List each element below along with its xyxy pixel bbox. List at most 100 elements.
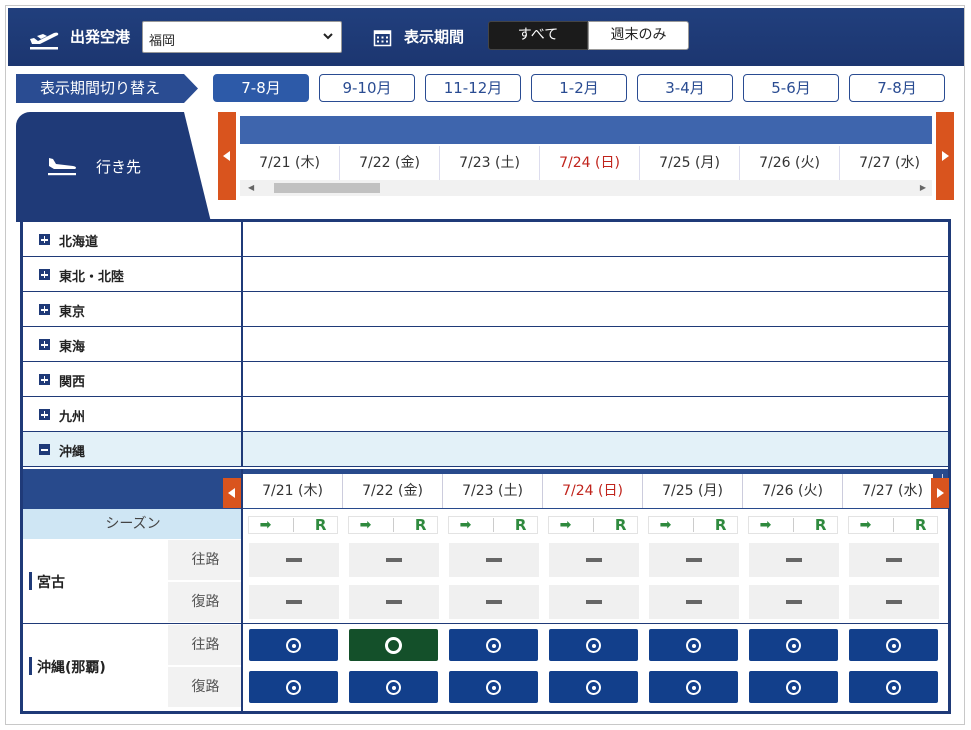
date-header-cell[interactable]: 7/21 (木) — [240, 146, 340, 180]
date-header-cell[interactable]: 7/26 (火) — [740, 146, 840, 180]
bullseye-icon — [386, 680, 401, 695]
route-block: 宮古 往路 復路 — [23, 539, 948, 623]
region-name-cell[interactable]: 沖縄 — [23, 432, 243, 466]
season-cell: ➡ R — [548, 516, 638, 534]
scroll-thumb[interactable] — [274, 183, 380, 193]
schedule-date-cell[interactable]: 7/22 (金) — [343, 474, 443, 508]
date-header-cell[interactable]: 7/22 (金) — [340, 146, 440, 180]
period-tab-3[interactable]: 11-12月 — [425, 74, 521, 102]
region-row[interactable]: 東海 — [23, 327, 948, 362]
horizontal-scrollbar[interactable]: ◀ ▶ — [240, 180, 932, 196]
seat-availability-cell[interactable] — [649, 629, 738, 661]
return-label: 復路 — [168, 667, 243, 707]
collapse-icon[interactable] — [39, 444, 50, 455]
top-bar: 出発空港 福岡 表示期間 すべて 週末のみ — [8, 8, 964, 66]
expand-icon[interactable] — [39, 339, 50, 350]
expand-icon[interactable] — [39, 409, 50, 420]
schedule-date-cell[interactable]: 7/23 (土) — [443, 474, 543, 508]
seat-availability-cell[interactable] — [449, 629, 538, 661]
seat-availability-cell[interactable] — [449, 671, 538, 703]
seat-availability-cell[interactable] — [549, 629, 638, 661]
date-header-cell[interactable]: 7/27 (水) — [840, 146, 940, 180]
region-label: 東海 — [59, 340, 86, 355]
region-name-cell[interactable]: 東京 — [23, 292, 243, 326]
period-tab-6[interactable]: 5-6月 — [743, 74, 839, 102]
season-cell: ➡ R — [748, 516, 838, 534]
region-row[interactable]: 東京 — [23, 292, 948, 327]
expand-icon[interactable] — [39, 234, 50, 245]
region-table: 北海道 東北・北陸 東京東海関西九州沖縄 7/21 (木) 7/22 (金) 7/23 (… — [20, 219, 951, 714]
season-row: シーズン ➡ R ➡ R ➡ R ➡ R ➡ R ➡ R ➡ R — [23, 509, 948, 539]
period-tab-7[interactable]: 7-8月 — [849, 74, 945, 102]
scroll-right-button[interactable] — [936, 112, 954, 200]
period-tab-1[interactable]: 7-8月 — [213, 74, 309, 102]
date-header-cell[interactable]: 7/24 (日) — [540, 146, 640, 180]
route-name: 宮古 — [23, 539, 168, 623]
schedule-scroll-left-button[interactable] — [223, 478, 241, 508]
scroll-left-button[interactable] — [218, 112, 236, 200]
season-cell: ➡ R — [448, 516, 538, 534]
no-service-cell — [649, 585, 739, 619]
date-header-row: 7/21 (木) 7/22 (金) 7/23 (土) 7/24 (日) 7/25 (月)… — [240, 146, 940, 180]
region-name-cell[interactable]: 関西 — [23, 362, 243, 396]
arrow-right-icon — [942, 151, 949, 161]
date-header-cell[interactable]: 7/23 (土) — [440, 146, 540, 180]
period-tab-4[interactable]: 1-2月 — [531, 74, 627, 102]
schedule-date-cell[interactable]: 7/21 (木) — [243, 474, 343, 508]
region-name-cell[interactable]: 東海 — [23, 327, 243, 361]
seat-availability-cell[interactable] — [349, 671, 438, 703]
toggle-all-button[interactable]: すべて — [488, 21, 588, 50]
scroll-right-small-icon[interactable]: ▶ — [920, 183, 926, 192]
expand-icon[interactable] — [39, 374, 50, 385]
schedule-date-cell[interactable]: 7/24 (日) — [543, 474, 643, 508]
toggle-weekend-button[interactable]: 週末のみ — [588, 21, 689, 50]
schedule-divider — [241, 469, 243, 711]
seat-availability-cell[interactable] — [249, 629, 338, 661]
bullseye-icon — [486, 638, 501, 653]
region-row[interactable]: 北海道 — [23, 222, 948, 257]
outbound-label: 往路 — [168, 540, 243, 580]
bullseye-icon — [886, 638, 901, 653]
seat-availability-cell[interactable] — [849, 629, 938, 661]
chevron-down-icon — [323, 33, 333, 40]
region-label: 九州 — [59, 410, 86, 425]
season-cell: ➡ R — [248, 516, 338, 534]
seat-availability-cell[interactable] — [249, 671, 338, 703]
bullseye-icon — [486, 680, 501, 695]
seat-availability-cell[interactable] — [749, 671, 838, 703]
scroll-left-small-icon[interactable]: ◀ — [248, 183, 254, 192]
seat-availability-cell[interactable] — [349, 629, 438, 661]
arrow-right-icon — [937, 488, 944, 498]
season-cell: ➡ R — [648, 516, 738, 534]
bullseye-icon — [886, 680, 901, 695]
region-name-cell[interactable]: 北海道 — [23, 222, 243, 256]
seat-availability-cell[interactable] — [749, 629, 838, 661]
season-label: シーズン — [23, 509, 243, 539]
route-block: 沖縄(那覇) 往路 復路 — [23, 624, 948, 708]
schedule-scroll-right-button[interactable] — [931, 478, 949, 508]
season-divider — [592, 518, 594, 532]
seat-availability-cell[interactable] — [549, 671, 638, 703]
period-tab-5[interactable]: 3-4月 — [637, 74, 733, 102]
expand-icon[interactable] — [39, 304, 50, 315]
region-row[interactable]: 沖縄 — [23, 432, 948, 467]
route-name: 沖縄(那覇) — [23, 624, 168, 708]
bullseye-icon — [286, 638, 301, 653]
period-tab-2[interactable]: 9-10月 — [319, 74, 415, 102]
region-row[interactable]: 東北・北陸 — [23, 257, 948, 292]
departure-airport-select[interactable]: 福岡 — [142, 21, 342, 53]
schedule-date-cell[interactable]: 7/26 (火) — [743, 474, 843, 508]
date-header-cell[interactable]: 7/25 (月) — [640, 146, 740, 180]
seat-availability-cell[interactable] — [649, 671, 738, 703]
region-name-cell[interactable]: 九州 — [23, 397, 243, 431]
schedule-date-cell[interactable]: 7/27 (水) — [843, 474, 943, 508]
region-name-cell[interactable]: 東北・北陸 — [23, 257, 243, 291]
no-service-cell — [749, 585, 839, 619]
region-row[interactable]: 関西 — [23, 362, 948, 397]
right-arrow-icon: ➡ — [759, 517, 772, 533]
seat-availability-cell[interactable] — [849, 671, 938, 703]
region-row[interactable]: 九州 — [23, 397, 948, 432]
expand-icon[interactable] — [39, 269, 50, 280]
destination-header: 行き先 — [16, 112, 211, 222]
schedule-date-cell[interactable]: 7/25 (月) — [643, 474, 743, 508]
